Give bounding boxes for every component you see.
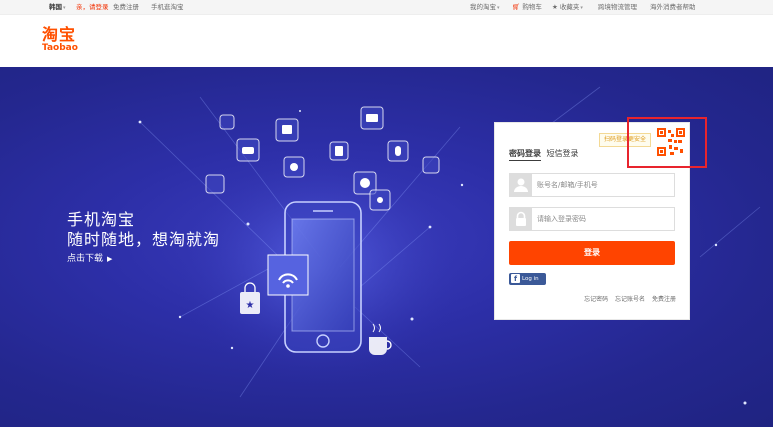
facebook-login-label: Log in xyxy=(522,276,539,282)
chevron-down-icon: ▾ xyxy=(497,5,500,11)
highlight-box xyxy=(627,117,707,168)
user-icon xyxy=(510,174,532,196)
username-input[interactable] xyxy=(537,178,667,192)
header: 淘宝 Taobao xyxy=(0,15,773,67)
mobile-taobao-link[interactable]: 手机逛淘宝 xyxy=(151,3,184,12)
login-tabs: 密码登录 短信登录 xyxy=(509,148,582,161)
cart-link[interactable]: 🛒︎ 购物车 xyxy=(512,3,542,12)
download-app-link[interactable]: 点击下载 ▶ xyxy=(67,252,220,266)
login-link[interactable]: 亲，请登录 xyxy=(76,3,109,12)
favorites-menu[interactable]: ★ 收藏夹▾ xyxy=(552,3,583,13)
help-link[interactable]: 海外消费者帮助 xyxy=(650,3,696,12)
star-icon: ★ xyxy=(552,3,558,11)
password-input[interactable] xyxy=(537,212,667,226)
cart-label: 购物车 xyxy=(522,3,542,11)
username-field xyxy=(509,173,675,197)
download-label: 点击下载 xyxy=(67,254,104,264)
chevron-down-icon: ▾ xyxy=(580,5,583,11)
login-button[interactable]: 登录 xyxy=(509,241,675,265)
site-nav-bar: 韩国▾ 亲，请登录 免费注册 手机逛淘宝 我的淘宝▾ 🛒︎ 购物车 ★ 收藏夹▾… xyxy=(0,0,773,15)
taobao-logo[interactable]: 淘宝 Taobao xyxy=(42,26,87,53)
slogan-title: 手机淘宝 xyxy=(67,210,136,229)
lock-icon xyxy=(510,208,532,230)
tab-password-login[interactable]: 密码登录 xyxy=(509,148,541,161)
forgot-username-link[interactable]: 忘记账号名 xyxy=(615,296,645,303)
facebook-login-button[interactable]: f Log in xyxy=(509,273,546,285)
my-taobao-menu[interactable]: 我的淘宝▾ xyxy=(470,3,500,13)
logo-en: Taobao xyxy=(42,43,78,53)
register-link[interactable]: 免费注册 xyxy=(113,3,139,12)
chevron-down-icon: ▾ xyxy=(63,5,66,11)
region-selector[interactable]: 韩国▾ xyxy=(49,3,66,13)
slogan-subtitle: 随时随地，想淘就淘 xyxy=(67,230,221,249)
favorites-label: 收藏夹 xyxy=(559,3,580,11)
logistics-link[interactable]: 跨境物流管理 xyxy=(598,3,637,12)
my-taobao-label: 我的淘宝 xyxy=(470,3,496,11)
app-slogan: 手机淘宝 随时随地，想淘就淘 点击下载 ▶ xyxy=(67,210,220,266)
region-label: 韩国 xyxy=(49,3,62,11)
cart-icon: 🛒︎ xyxy=(512,3,521,11)
facebook-icon: f xyxy=(511,274,520,283)
free-register-link[interactable]: 免费注册 xyxy=(652,296,676,303)
login-links: 忘记密码 忘记账号名 免费注册 xyxy=(579,294,676,303)
play-triangle-icon: ▶ xyxy=(107,255,113,263)
forgot-password-link[interactable]: 忘记密码 xyxy=(584,296,608,303)
logo-cn: 淘宝 xyxy=(42,25,77,44)
tab-sms-login[interactable]: 短信登录 xyxy=(547,148,579,160)
password-field xyxy=(509,207,675,231)
svg-text:★: ★ xyxy=(246,300,255,311)
